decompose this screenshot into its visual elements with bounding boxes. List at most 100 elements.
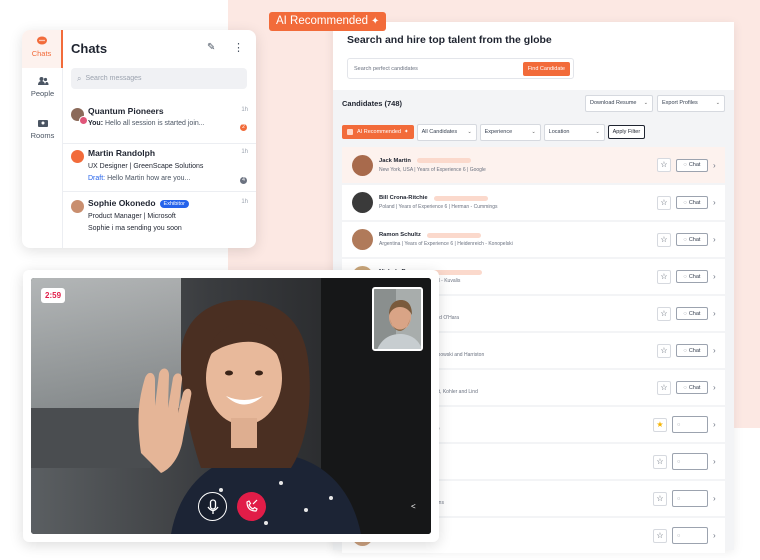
page-title: Search and hire top talent from the glob… (347, 34, 552, 46)
location-dropdown[interactable]: Location ⌄ (543, 123, 605, 141)
chats-main: Chats ✎ ⋮ ⌕ Quantum Pioneers 1h You: Hel… (63, 30, 256, 248)
chevron-down-icon: ⌄ (715, 100, 720, 106)
chat-icon: ◌ (677, 495, 681, 502)
ai-recommended-tag: AI Recommended ✦ (269, 12, 387, 31)
chat-button[interactable]: ◌ Chat (676, 270, 708, 283)
star-icon[interactable]: ☆ (657, 158, 671, 172)
microphone-icon (207, 499, 219, 514)
chat-icon: ◌ (677, 532, 681, 539)
candidate-search-input[interactable] (354, 65, 523, 72)
candidate-info: Bill Crona-Ritchie Poland | Years of Expe… (379, 195, 657, 210)
star-icon[interactable]: ☆ (657, 306, 671, 321)
candidate-name: Jack Martin (379, 157, 411, 164)
candidate-row[interactable]: Bill Crona-Ritchie Poland | Years of Expe… (342, 185, 725, 220)
chat-icon: ◌ (683, 199, 687, 206)
candidate-name: Ramon Schultz (379, 232, 421, 238)
chat-bubble-icon (36, 36, 47, 45)
star-icon[interactable]: ☆ (657, 380, 671, 395)
star-icon[interactable]: ★ (653, 417, 667, 432)
chat-button[interactable]: ◌ Chat (676, 196, 708, 209)
share-icon[interactable]: < (411, 502, 416, 511)
avatar (352, 154, 373, 176)
chat-preview: Draft: Hello Martin how are you... (88, 175, 191, 182)
chat-button[interactable]: ◌ Chat (676, 381, 708, 394)
chats-title: Chats (71, 41, 108, 56)
chevron-right-icon[interactable]: › (713, 420, 719, 429)
chat-preview: Sophie i ma sending you soon (88, 225, 182, 232)
compose-icon[interactable]: ✎ (207, 42, 215, 53)
chat-icon: ◌ (683, 384, 687, 391)
avatar (352, 192, 373, 213)
star-icon[interactable]: ☆ (657, 343, 671, 358)
candidates-count: Candidates (748) (342, 98, 403, 108)
chat-preview: You: Hello all session is started join..… (88, 120, 205, 127)
chat-button[interactable]: ◌ (672, 453, 708, 470)
chat-button[interactable]: ◌ Chat (676, 233, 708, 246)
chat-button[interactable]: ◌ (672, 490, 708, 507)
chat-subtitle: UX Designer | GreenScape Solutions (88, 163, 204, 170)
export-profiles-dropdown[interactable]: Export Profiles ⌄ (657, 94, 725, 112)
chevron-right-icon[interactable]: › (713, 272, 719, 281)
find-candidate-button[interactable]: Find Candidate (522, 61, 570, 76)
experience-dropdown[interactable]: Experience ⌄ (479, 123, 541, 141)
chevron-right-icon[interactable]: › (713, 346, 719, 355)
chat-item-sophie-okonedo[interactable]: Sophie Okonedo Exhibitor 1h Product Manag… (63, 194, 256, 246)
candidate-name: Bill Crona-Ritchie (379, 195, 428, 201)
chat-button[interactable]: ◌ Chat (676, 158, 708, 172)
chevron-down-icon: ⌄ (643, 100, 648, 106)
candidate-row[interactable]: Jack Martin New York, USA | Years of Expe… (342, 147, 725, 183)
chevron-right-icon[interactable]: › (713, 309, 719, 318)
star-icon[interactable]: ☆ (657, 232, 671, 247)
chevron-right-icon[interactable]: › (713, 457, 719, 466)
chevron-right-icon[interactable]: › (713, 383, 719, 392)
unread-badge: 4 (240, 177, 247, 184)
more-options-icon[interactable]: ⋮ (233, 41, 244, 54)
end-call-button[interactable] (237, 492, 266, 521)
mute-microphone-button[interactable] (198, 492, 227, 521)
nav-chats[interactable]: Chats (22, 30, 63, 68)
message-search-input[interactable] (85, 75, 236, 82)
chat-button[interactable]: ◌ Chat (676, 307, 708, 320)
chat-name: Sophie Okonedo Exhibitor (88, 198, 189, 208)
chat-icon: ◌ (683, 236, 687, 243)
phone-hangup-icon (246, 499, 258, 512)
chat-icon: ◌ (683, 273, 687, 280)
all-candidates-dropdown[interactable]: All Candidates ⌄ (416, 123, 477, 141)
self-view-video[interactable] (372, 287, 423, 351)
chat-button[interactable]: ◌ (672, 416, 708, 433)
chat-button[interactable]: ◌ Chat (676, 344, 708, 357)
chat-item-martin-randolph[interactable]: Martin Randolph 1h UX Designer | GreenSc… (63, 144, 256, 192)
chevron-right-icon[interactable]: › (713, 531, 719, 540)
chat-button[interactable]: ◌ (672, 527, 708, 544)
candidate-row[interactable]: Ramon Schultz Argentina | Years of Experi… (342, 222, 725, 257)
chevron-right-icon[interactable]: › (713, 235, 719, 244)
star-icon[interactable]: ☆ (657, 195, 671, 210)
star-icon[interactable]: ☆ (653, 454, 667, 469)
ai-match-indicator (426, 232, 481, 238)
self-view-image (374, 289, 421, 349)
sparkle-icon: ✦ (371, 16, 380, 27)
chevron-right-icon[interactable]: › (713, 161, 719, 170)
chat-item-quantum-pioneers[interactable]: Quantum Pioneers 1h You: Hello all sessi… (63, 102, 256, 144)
unread-badge: 2 (240, 124, 247, 131)
star-icon[interactable]: ☆ (653, 528, 667, 543)
ai-match-indicator (433, 195, 488, 201)
candidate-info: Ramon Schultz Argentina | Years of Experi… (379, 232, 657, 247)
chats-panel: Chats People Rooms Chats ✎ ⋮ ⌕ Quantum P… (22, 30, 256, 248)
star-icon[interactable]: ☆ (653, 491, 667, 506)
caller-video-image (31, 278, 431, 534)
candidate-search-bar: Find Candidate (347, 58, 574, 79)
apply-filter-button[interactable]: Apply Filter (607, 125, 646, 139)
candidate-meta: Poland | Years of Experience 6 | Herman … (379, 204, 498, 210)
people-icon (37, 77, 48, 85)
star-icon[interactable]: ☆ (657, 269, 671, 284)
ai-recommended-filter[interactable]: AI Recommended ✦ (342, 125, 414, 139)
nav-rooms[interactable]: Rooms (22, 118, 63, 150)
download-resume-dropdown[interactable]: Download Resume ⌄ (585, 94, 653, 112)
chevron-right-icon[interactable]: › (713, 494, 719, 503)
chevron-right-icon[interactable]: › (713, 198, 719, 207)
chat-icon: ◌ (683, 310, 687, 317)
checkbox-icon (347, 129, 353, 135)
nav-people[interactable]: People (22, 76, 63, 108)
chevron-down-icon: ⌄ (467, 129, 472, 135)
